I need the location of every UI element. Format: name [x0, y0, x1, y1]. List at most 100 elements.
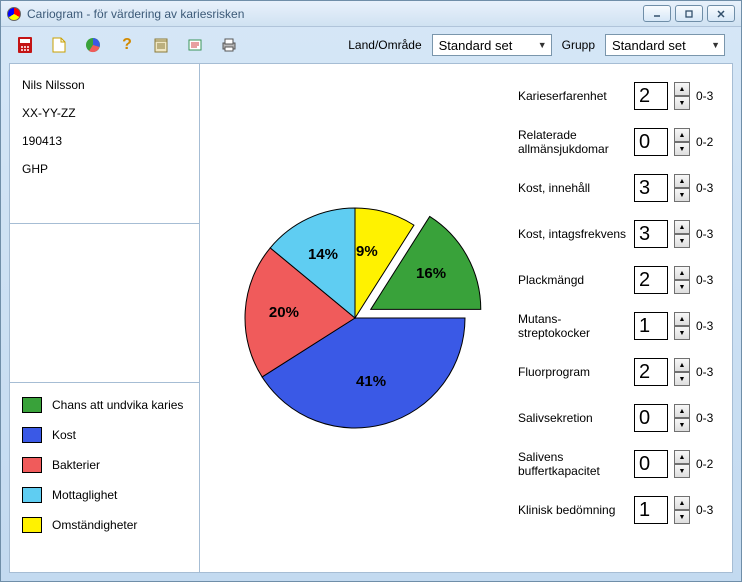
left-column: Nils Nilsson XX-YY-ZZ 190413 GHP Chans a…: [10, 64, 200, 572]
legend-swatch: [22, 517, 42, 533]
param-label: Kost, intagsfrekvens: [518, 227, 628, 241]
spin-down-button[interactable]: ▼: [674, 464, 690, 478]
spin-up-button[interactable]: ▲: [674, 450, 690, 464]
param-label: Mutans-streptokocker: [518, 312, 628, 340]
param-range: 0-3: [696, 319, 724, 333]
grupp-label: Grupp: [562, 38, 595, 52]
param-spinner: ▲▼: [674, 266, 690, 294]
param-row: Salivens buffertkapacitet0▲▼0-2: [518, 446, 724, 482]
patient-code: XX-YY-ZZ: [22, 106, 187, 120]
param-row: Salivsekretion0▲▼0-3: [518, 400, 724, 436]
pie-slice-label: 9%: [356, 243, 378, 260]
spin-up-button[interactable]: ▲: [674, 404, 690, 418]
param-row: Kost, intagsfrekvens3▲▼0-3: [518, 216, 724, 252]
param-row: Fluorprogram2▲▼0-3: [518, 354, 724, 390]
param-range: 0-2: [696, 457, 724, 471]
spin-down-button[interactable]: ▼: [674, 418, 690, 432]
app-window: Cariogram - för värdering av kariesriske…: [0, 0, 742, 582]
spin-up-button[interactable]: ▲: [674, 358, 690, 372]
pie-chart-icon[interactable]: [85, 37, 101, 53]
chart-area: 9%16%41%20%14%: [200, 64, 510, 572]
patient-date: 190413: [22, 134, 187, 148]
spin-down-button[interactable]: ▼: [674, 326, 690, 340]
spin-up-button[interactable]: ▲: [674, 82, 690, 96]
param-range: 0-3: [696, 227, 724, 241]
spin-down-button[interactable]: ▼: [674, 510, 690, 524]
param-row: Relaterade allmänsjukdomar0▲▼0-2: [518, 124, 724, 160]
param-label: Relaterade allmänsjukdomar: [518, 128, 628, 156]
param-value-input[interactable]: 3: [634, 174, 668, 202]
legend-label: Omständigheter: [52, 518, 137, 532]
maximize-button[interactable]: [675, 5, 703, 22]
grupp-dropdown-value: Standard set: [612, 38, 686, 53]
spin-down-button[interactable]: ▼: [674, 96, 690, 110]
help-icon[interactable]: ?: [119, 37, 135, 53]
param-spinner: ▲▼: [674, 358, 690, 386]
pie-slice-label: 41%: [356, 373, 386, 390]
settings-icon[interactable]: [187, 37, 203, 53]
param-row: Mutans-streptokocker1 ▲▼ 0-3: [518, 308, 724, 344]
spin-up-button[interactable]: ▲: [674, 496, 690, 510]
close-button[interactable]: [707, 5, 735, 22]
param-value-input[interactable]: 2: [634, 358, 668, 386]
titlebar: Cariogram - för värdering av kariesriske…: [1, 1, 741, 27]
print-icon[interactable]: [221, 37, 237, 53]
left-spacer: [10, 224, 200, 382]
spin-down-button[interactable]: ▼: [674, 280, 690, 294]
spin-down-button[interactable]: ▼: [674, 234, 690, 248]
param-value-input[interactable]: 2: [634, 266, 668, 294]
legend-swatch: [22, 457, 42, 473]
param-range: 0-3: [696, 273, 724, 287]
patient-info-box: Nils Nilsson XX-YY-ZZ 190413 GHP: [10, 64, 200, 224]
param-label: Kost, innehåll: [518, 181, 628, 195]
grupp-dropdown[interactable]: Standard set: [605, 34, 725, 56]
param-value-input[interactable]: 0: [634, 128, 668, 156]
legend-item: Bakterier: [22, 457, 187, 473]
param-spinner: ▲▼: [674, 404, 690, 432]
land-dropdown[interactable]: Standard set: [432, 34, 552, 56]
param-value-input[interactable]: 2: [634, 82, 668, 110]
param-range: 0-3: [696, 411, 724, 425]
param-range: 0-3: [696, 503, 724, 517]
calculator-icon[interactable]: [17, 37, 33, 53]
spin-up-button[interactable]: ▲: [674, 128, 690, 142]
legend-item: Mottaglighet: [22, 487, 187, 503]
legend-swatch: [22, 487, 42, 503]
param-value-input[interactable]: 3: [634, 220, 668, 248]
spin-down-button[interactable]: ▼: [674, 142, 690, 156]
param-spinner: ▲▼: [674, 82, 690, 110]
spin-up-button[interactable]: ▲: [674, 312, 690, 326]
legend-item: Omständigheter: [22, 517, 187, 533]
pie-slice-label: 16%: [416, 265, 446, 282]
param-label: Karieserfarenhet: [518, 89, 628, 103]
legend-swatch: [22, 397, 42, 413]
spin-up-button[interactable]: ▲: [674, 266, 690, 280]
param-label: Fluorprogram: [518, 365, 628, 379]
notes-icon[interactable]: [153, 37, 169, 53]
param-spinner: ▲▼: [674, 220, 690, 248]
app-icon: [7, 7, 21, 21]
spin-down-button[interactable]: ▼: [674, 372, 690, 386]
minimize-button[interactable]: [643, 5, 671, 22]
param-spinner: ▲▼: [674, 450, 690, 478]
land-label: Land/Område: [348, 38, 421, 52]
param-range: 0-3: [696, 365, 724, 379]
new-file-icon[interactable]: [51, 37, 67, 53]
param-row: Klinisk bedömning1▲▼0-3: [518, 492, 724, 528]
param-value-input[interactable]: 0: [634, 404, 668, 432]
legend-label: Mottaglighet: [52, 488, 117, 502]
param-value-input[interactable]: 1: [634, 312, 668, 340]
content-area: Nils Nilsson XX-YY-ZZ 190413 GHP Chans a…: [9, 63, 733, 573]
param-label: Plackmängd: [518, 273, 628, 287]
legend-label: Chans att undvika karies: [52, 398, 183, 412]
legend-label: Kost: [52, 428, 76, 442]
patient-group: GHP: [22, 162, 187, 176]
spin-up-button[interactable]: ▲: [674, 220, 690, 234]
param-value-input[interactable]: 1: [634, 496, 668, 524]
spin-up-button[interactable]: ▲: [674, 174, 690, 188]
param-spinner: ▲▼: [674, 128, 690, 156]
legend-item: Kost: [22, 427, 187, 443]
param-value-input[interactable]: 0: [634, 450, 668, 478]
spin-down-button[interactable]: ▼: [674, 188, 690, 202]
parameters-column: Karieserfarenhet2▲▼0-3Relaterade allmäns…: [510, 64, 732, 572]
